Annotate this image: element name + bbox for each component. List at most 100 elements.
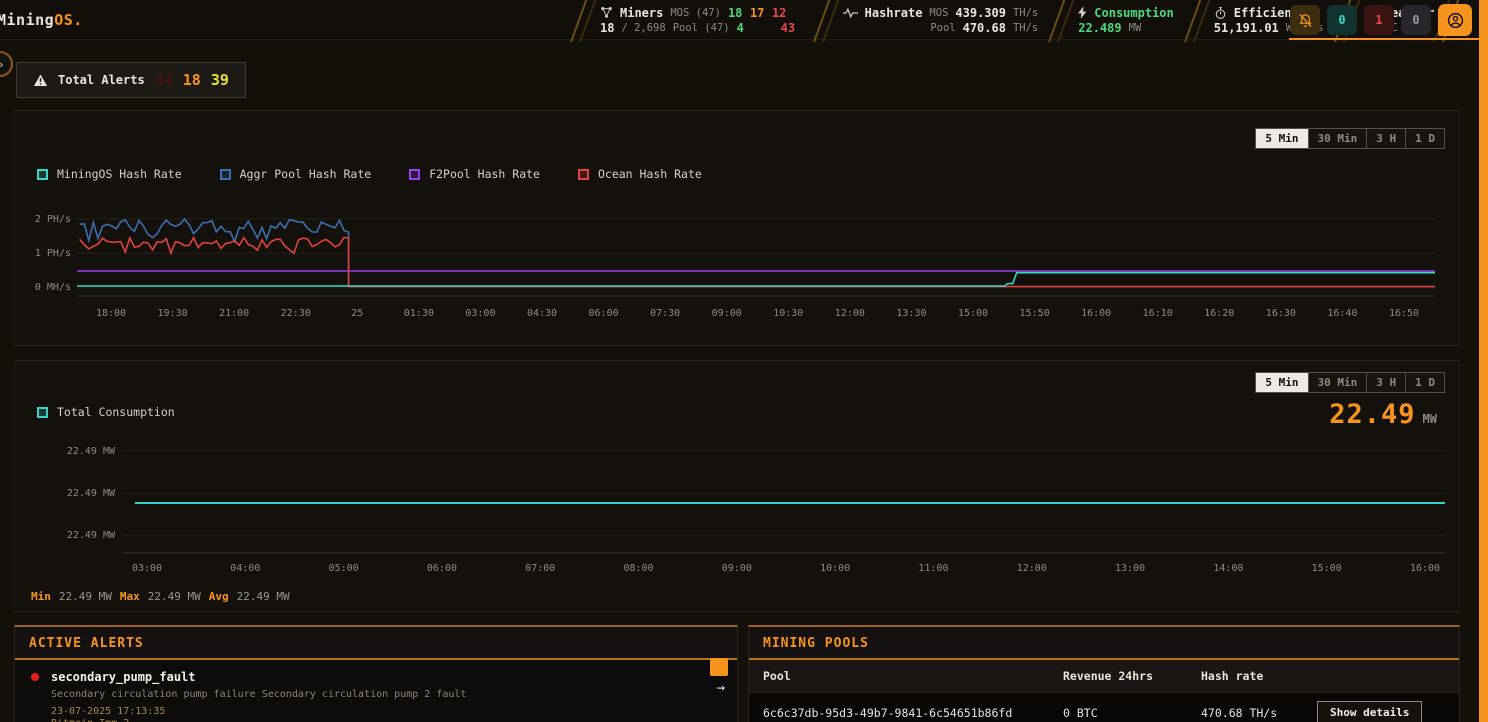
x-tick-label: 04:30 [527, 308, 557, 319]
y-tick-label: 22.49 MW [67, 446, 116, 457]
alert-body: secondary_pump_faultSecondary circulatio… [51, 670, 466, 722]
range-button-3-h[interactable]: 3 H [1366, 129, 1405, 148]
alert-severity-dot-icon [31, 673, 39, 681]
legend-item[interactable]: Total Consumption [37, 405, 175, 419]
legend-item[interactable]: F2Pool Hash Rate [409, 167, 540, 181]
consumption-bolt-icon [1078, 6, 1087, 19]
max-value: 22.49 MW [148, 590, 201, 603]
consumption-current-value: 22.49 MW [1329, 399, 1437, 430]
gray-count: 0 [1412, 13, 1419, 27]
alert-list-item[interactable]: secondary_pump_faultSecondary circulatio… [15, 660, 737, 722]
avg-value: 22.49 MW [237, 590, 290, 603]
range-button-3-h[interactable]: 3 H [1366, 373, 1405, 392]
range-button-1-d[interactable]: 1 D [1405, 373, 1444, 392]
x-tick-label: 06:00 [427, 563, 457, 574]
hashrate-mos-value: 439.309 [955, 6, 1006, 20]
legend-item[interactable]: Aggr Pool Hash Rate [220, 167, 372, 181]
efficiency-value: 51,191.01 [1214, 21, 1279, 35]
pool-column-header: Revenue 24hrs [1063, 669, 1201, 683]
alert-description: Secondary circulation pump failure Secon… [51, 689, 466, 700]
range-button-30-min[interactable]: 30 Min [1308, 129, 1367, 148]
stat-hashrate: Hashrate MOS 439.309 TH/s Pool 470.68 TH… [821, 0, 1057, 40]
x-tick-label: 07:30 [650, 308, 680, 319]
alert-timestamp: 23-07-2025 17:13:35 [51, 706, 466, 717]
hashrate-pool-value: 470.68 [963, 21, 1006, 35]
y-tick-label: 22.49 MW [67, 488, 116, 499]
legend-label: F2Pool Hash Rate [429, 167, 540, 181]
legend-swatch-icon [578, 169, 589, 180]
miners-label: Miners [620, 6, 663, 20]
x-tick-label: 18:00 [96, 308, 126, 319]
consumption-time-range-group: 5 Min30 Min3 H1 D [1255, 372, 1445, 393]
range-button-1-d[interactable]: 1 D [1405, 129, 1444, 148]
active-alerts-title: ACTIVE ALERTS [15, 627, 737, 658]
legend-label: Total Consumption [57, 405, 175, 419]
x-tick-label: 16:00 [1410, 563, 1440, 574]
miners-count: 18 [600, 21, 614, 35]
pool-table-header: PoolRevenue 24hrsHash rate [749, 660, 1459, 692]
header-accent-underline [1289, 38, 1479, 40]
range-button-5-min[interactable]: 5 Min [1256, 373, 1307, 392]
miners-pool-err: 43 [781, 21, 803, 35]
red-count-badge-button[interactable]: 1 [1364, 5, 1394, 35]
pool-hashrate: 470.68 TH/s [1201, 706, 1317, 720]
legend-item[interactable]: Ocean Hash Rate [578, 167, 702, 181]
teal-count: 0 [1338, 13, 1345, 27]
x-tick-label: 16:40 [1327, 308, 1357, 319]
hashrate-pool-label: Pool [930, 22, 955, 34]
consumption-chart[interactable]: 22.49 MW22.49 MW22.49 MW03:0004:0005:000… [27, 437, 1449, 579]
legend-swatch-icon [37, 407, 48, 418]
alerts-open-arrow-button[interactable]: → [717, 680, 725, 696]
x-tick-label: 14:00 [1213, 563, 1243, 574]
miners-pool-label: Pool (47) [673, 22, 730, 34]
miners-icon [600, 6, 613, 19]
gray-count-badge-button[interactable]: 0 [1401, 5, 1431, 35]
app-logo: MiningOS. [0, 0, 83, 40]
y-tick-label: 2 PH/s [35, 214, 71, 225]
alert-list: secondary_pump_faultSecondary circulatio… [15, 660, 737, 722]
consumption-label: Consumption [1094, 6, 1173, 20]
range-button-5-min[interactable]: 5 Min [1256, 129, 1307, 148]
y-tick-label: 22.49 MW [67, 530, 116, 541]
legend-label: MiningOS Hash Rate [57, 167, 182, 181]
series-line [80, 238, 1435, 287]
hashrate-pool-unit: TH/s [1013, 22, 1038, 34]
stat-consumption: Consumption 22.489 MW [1056, 0, 1191, 40]
x-tick-label: 04:00 [230, 563, 260, 574]
mining-pools-table: PoolRevenue 24hrsHash rate6c6c37db-95d3-… [749, 660, 1459, 722]
consumption-chart-panel: 5 Min30 Min3 H1 D Total Consumption 22.4… [14, 360, 1460, 612]
notifications-muted-button[interactable] [1290, 5, 1320, 35]
x-tick-label: 11:00 [918, 563, 948, 574]
legend-item[interactable]: MiningOS Hash Rate [37, 167, 182, 181]
hashrate-chart[interactable]: 2 PH/s1 PH/s0 MH/s18:0019:3021:0022:3025… [27, 199, 1449, 333]
hashrate-mos-unit: TH/s [1013, 7, 1038, 19]
total-alerts-dim-count: 44 [155, 71, 173, 89]
consumption-current-unit: MW [1423, 412, 1437, 426]
x-tick-label: 03:00 [132, 563, 162, 574]
x-tick-label: 08:00 [623, 563, 653, 574]
teal-count-badge-button[interactable]: 0 [1327, 5, 1357, 35]
x-tick-label: 15:00 [958, 308, 988, 319]
pool-column-header: Hash rate [1201, 669, 1317, 683]
y-tick-label: 1 PH/s [35, 248, 71, 259]
show-details-button[interactable]: Show details [1317, 701, 1422, 722]
hashrate-time-range-group: 5 Min30 Min3 H1 D [1255, 128, 1445, 149]
active-alerts-panel: ACTIVE ALERTS secondary_pump_faultSecond… [14, 625, 738, 722]
header-action-buttons: 0 1 0 [1290, 4, 1472, 36]
x-tick-label: 16:50 [1389, 308, 1419, 319]
total-alerts-label: Total Alerts [58, 73, 145, 87]
y-tick-label: 0 MH/s [35, 282, 71, 293]
x-tick-label: 10:30 [773, 308, 803, 319]
user-avatar-button[interactable] [1438, 4, 1472, 36]
range-button-30-min[interactable]: 30 Min [1308, 373, 1367, 392]
hashrate-legend: MiningOS Hash Rate Aggr Pool Hash Rate F2P… [37, 167, 702, 181]
x-tick-label: 21:00 [219, 308, 249, 319]
sidebar-expand-toggle[interactable]: » [0, 51, 13, 77]
hashrate-mos-label: MOS [929, 7, 948, 19]
total-alerts-summary[interactable]: Total Alerts 44 18 39 [16, 62, 246, 98]
top-header: MiningOS. Miners MOS (47) 181712 18 / 2,… [0, 0, 1488, 40]
x-tick-label: 06:00 [589, 308, 619, 319]
alerts-scrollbar-thumb[interactable] [710, 658, 728, 676]
x-tick-label: 15:50 [1020, 308, 1050, 319]
miners-total: / 2,698 [621, 22, 665, 34]
